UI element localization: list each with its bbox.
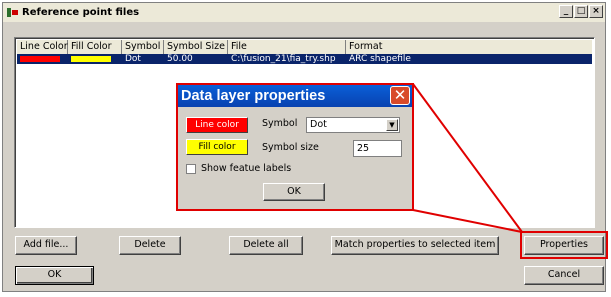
column-fill-color[interactable]: Fill Color bbox=[68, 40, 122, 54]
app-icon bbox=[7, 8, 18, 17]
line-color-swatch bbox=[20, 56, 60, 62]
delete-all-button[interactable]: Delete all bbox=[229, 236, 303, 255]
title-bar[interactable]: Reference point files _ □ × bbox=[3, 3, 605, 22]
minimize-button[interactable]: _ bbox=[559, 5, 573, 18]
column-symbol[interactable]: Symbol bbox=[122, 40, 164, 54]
ok-button[interactable]: OK bbox=[15, 266, 94, 285]
fill-color-button[interactable]: Fill color bbox=[186, 139, 248, 155]
properties-button[interactable]: Properties bbox=[524, 236, 604, 255]
fill-color-swatch bbox=[71, 56, 111, 62]
column-format[interactable]: Format bbox=[346, 40, 592, 54]
cell-fill-color bbox=[68, 54, 122, 64]
window-title: Reference point files bbox=[22, 7, 140, 18]
line-color-button[interactable]: Line color bbox=[186, 117, 248, 133]
match-properties-button[interactable]: Match properties to selected item bbox=[331, 236, 499, 255]
cell-symbol: Dot bbox=[125, 54, 141, 64]
dialog-ok-button[interactable]: OK bbox=[263, 183, 325, 201]
show-labels-label: Show featue labels bbox=[201, 163, 292, 174]
dialog-title[interactable]: Data layer properties bbox=[178, 85, 412, 107]
column-symbol-size[interactable]: Symbol Size bbox=[164, 40, 228, 54]
column-file[interactable]: File bbox=[228, 40, 346, 54]
cell-line-color bbox=[17, 54, 68, 64]
cell-format: ARC shapefile bbox=[349, 54, 411, 64]
cell-file: C:\fusion_21\fia_try.shp bbox=[231, 54, 336, 64]
delete-button[interactable]: Delete bbox=[119, 236, 181, 255]
symbol-size-input[interactable]: 25 bbox=[353, 140, 402, 157]
symbol-select[interactable]: Dot ▼ bbox=[306, 117, 400, 133]
chevron-down-icon[interactable]: ▼ bbox=[386, 119, 398, 131]
list-header: Line Color Fill Color Symbol Symbol Size… bbox=[17, 40, 592, 54]
table-row[interactable]: Dot 50.00 C:\fusion_21\fia_try.shp ARC s… bbox=[17, 54, 592, 64]
column-line-color[interactable]: Line Color bbox=[17, 40, 68, 54]
show-labels-checkbox[interactable] bbox=[186, 164, 196, 174]
symbol-size-label: Symbol size bbox=[262, 142, 319, 153]
symbol-select-value: Dot bbox=[310, 119, 327, 130]
maximize-button[interactable]: □ bbox=[574, 5, 588, 18]
add-file-button[interactable]: Add file... bbox=[15, 236, 77, 255]
symbol-label: Symbol bbox=[262, 118, 298, 129]
close-button[interactable]: × bbox=[589, 5, 603, 18]
cell-symbol-size: 50.00 bbox=[167, 54, 193, 64]
dialog-close-icon[interactable]: ✕ bbox=[390, 86, 410, 105]
cancel-button[interactable]: Cancel bbox=[524, 266, 604, 285]
